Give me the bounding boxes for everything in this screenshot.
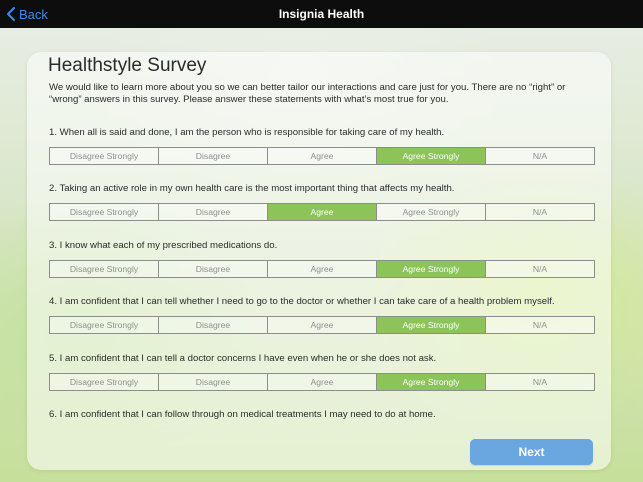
- question-text: 4. I am confident that I can tell whethe…: [49, 296, 555, 307]
- question-text: 1. When all is said and done, I am the p…: [49, 127, 445, 138]
- answer-option-agree-strongly[interactable]: Agree Strongly: [376, 204, 485, 220]
- chevron-left-icon: [7, 7, 15, 21]
- answer-option-n-a[interactable]: N/A: [485, 317, 594, 333]
- question-2: 2. Taking an active role in my own healt…: [49, 183, 597, 221]
- navigation-bar: Back Insignia Health: [0, 0, 643, 28]
- answer-option-n-a[interactable]: N/A: [485, 374, 594, 390]
- answer-selector: Disagree Strongly Disagree Agree Agree Stro…: [49, 260, 595, 278]
- answer-option-disagree[interactable]: Disagree: [158, 261, 267, 277]
- answer-option-disagree-strongly[interactable]: Disagree Strongly: [50, 261, 158, 277]
- question-text: 2. Taking an active role in my own healt…: [49, 183, 455, 194]
- back-button[interactable]: Back: [6, 0, 48, 28]
- answer-option-agree[interactable]: Agree: [267, 261, 376, 277]
- answer-selector: Disagree Strongly Disagree Agree Agree Stro…: [49, 316, 595, 334]
- answer-option-agree[interactable]: Agree: [267, 148, 376, 164]
- question-text: 6. I am confident that I can follow thro…: [49, 409, 436, 420]
- answer-option-disagree-strongly[interactable]: Disagree Strongly: [50, 204, 158, 220]
- back-label: Back: [19, 6, 48, 22]
- survey-intro: We would like to learn more about you so…: [49, 82, 566, 105]
- question-5: 5. I am confident that I can tell a doct…: [49, 353, 597, 391]
- answer-option-disagree[interactable]: Disagree: [158, 374, 267, 390]
- question-text: 3. I know what each of my prescribed med…: [49, 240, 278, 251]
- app-title: Insignia Health: [278, 7, 365, 21]
- answer-option-disagree-strongly[interactable]: Disagree Strongly: [50, 148, 158, 164]
- survey-card: Healthstyle Survey We would like to lear…: [27, 52, 611, 470]
- answer-option-agree[interactable]: Agree: [267, 204, 376, 220]
- answer-selector: Disagree Strongly Disagree Agree Agree Stro…: [49, 373, 595, 391]
- answer-option-n-a[interactable]: N/A: [485, 148, 594, 164]
- next-button[interactable]: Next: [470, 439, 593, 465]
- answer-option-n-a[interactable]: N/A: [485, 261, 594, 277]
- answer-option-agree[interactable]: Agree: [267, 374, 376, 390]
- question-4: 4. I am confident that I can tell whethe…: [49, 296, 597, 334]
- survey-title: Healthstyle Survey: [48, 55, 207, 76]
- answer-option-disagree[interactable]: Disagree: [158, 204, 267, 220]
- answer-option-agree[interactable]: Agree: [267, 317, 376, 333]
- question-3: 3. I know what each of my prescribed med…: [49, 240, 597, 278]
- question-text: 5. I am confident that I can tell a doct…: [49, 353, 437, 364]
- question-6: 6. I am confident that I can follow thro…: [49, 409, 597, 421]
- answer-option-n-a[interactable]: N/A: [485, 204, 594, 220]
- answer-option-disagree[interactable]: Disagree: [158, 148, 267, 164]
- answer-option-disagree[interactable]: Disagree: [158, 317, 267, 333]
- answer-option-agree-strongly[interactable]: Agree Strongly: [376, 148, 485, 164]
- answer-option-agree-strongly[interactable]: Agree Strongly: [376, 261, 485, 277]
- answer-option-agree-strongly[interactable]: Agree Strongly: [376, 374, 485, 390]
- answer-selector: Disagree Strongly Disagree Agree Agree Stro…: [49, 147, 595, 165]
- answer-option-disagree-strongly[interactable]: Disagree Strongly: [50, 317, 158, 333]
- answer-selector: Disagree Strongly Disagree Agree Agree Stro…: [49, 203, 595, 221]
- question-1: 1. When all is said and done, I am the p…: [49, 127, 597, 165]
- answer-option-agree-strongly[interactable]: Agree Strongly: [376, 317, 485, 333]
- answer-option-disagree-strongly[interactable]: Disagree Strongly: [50, 374, 158, 390]
